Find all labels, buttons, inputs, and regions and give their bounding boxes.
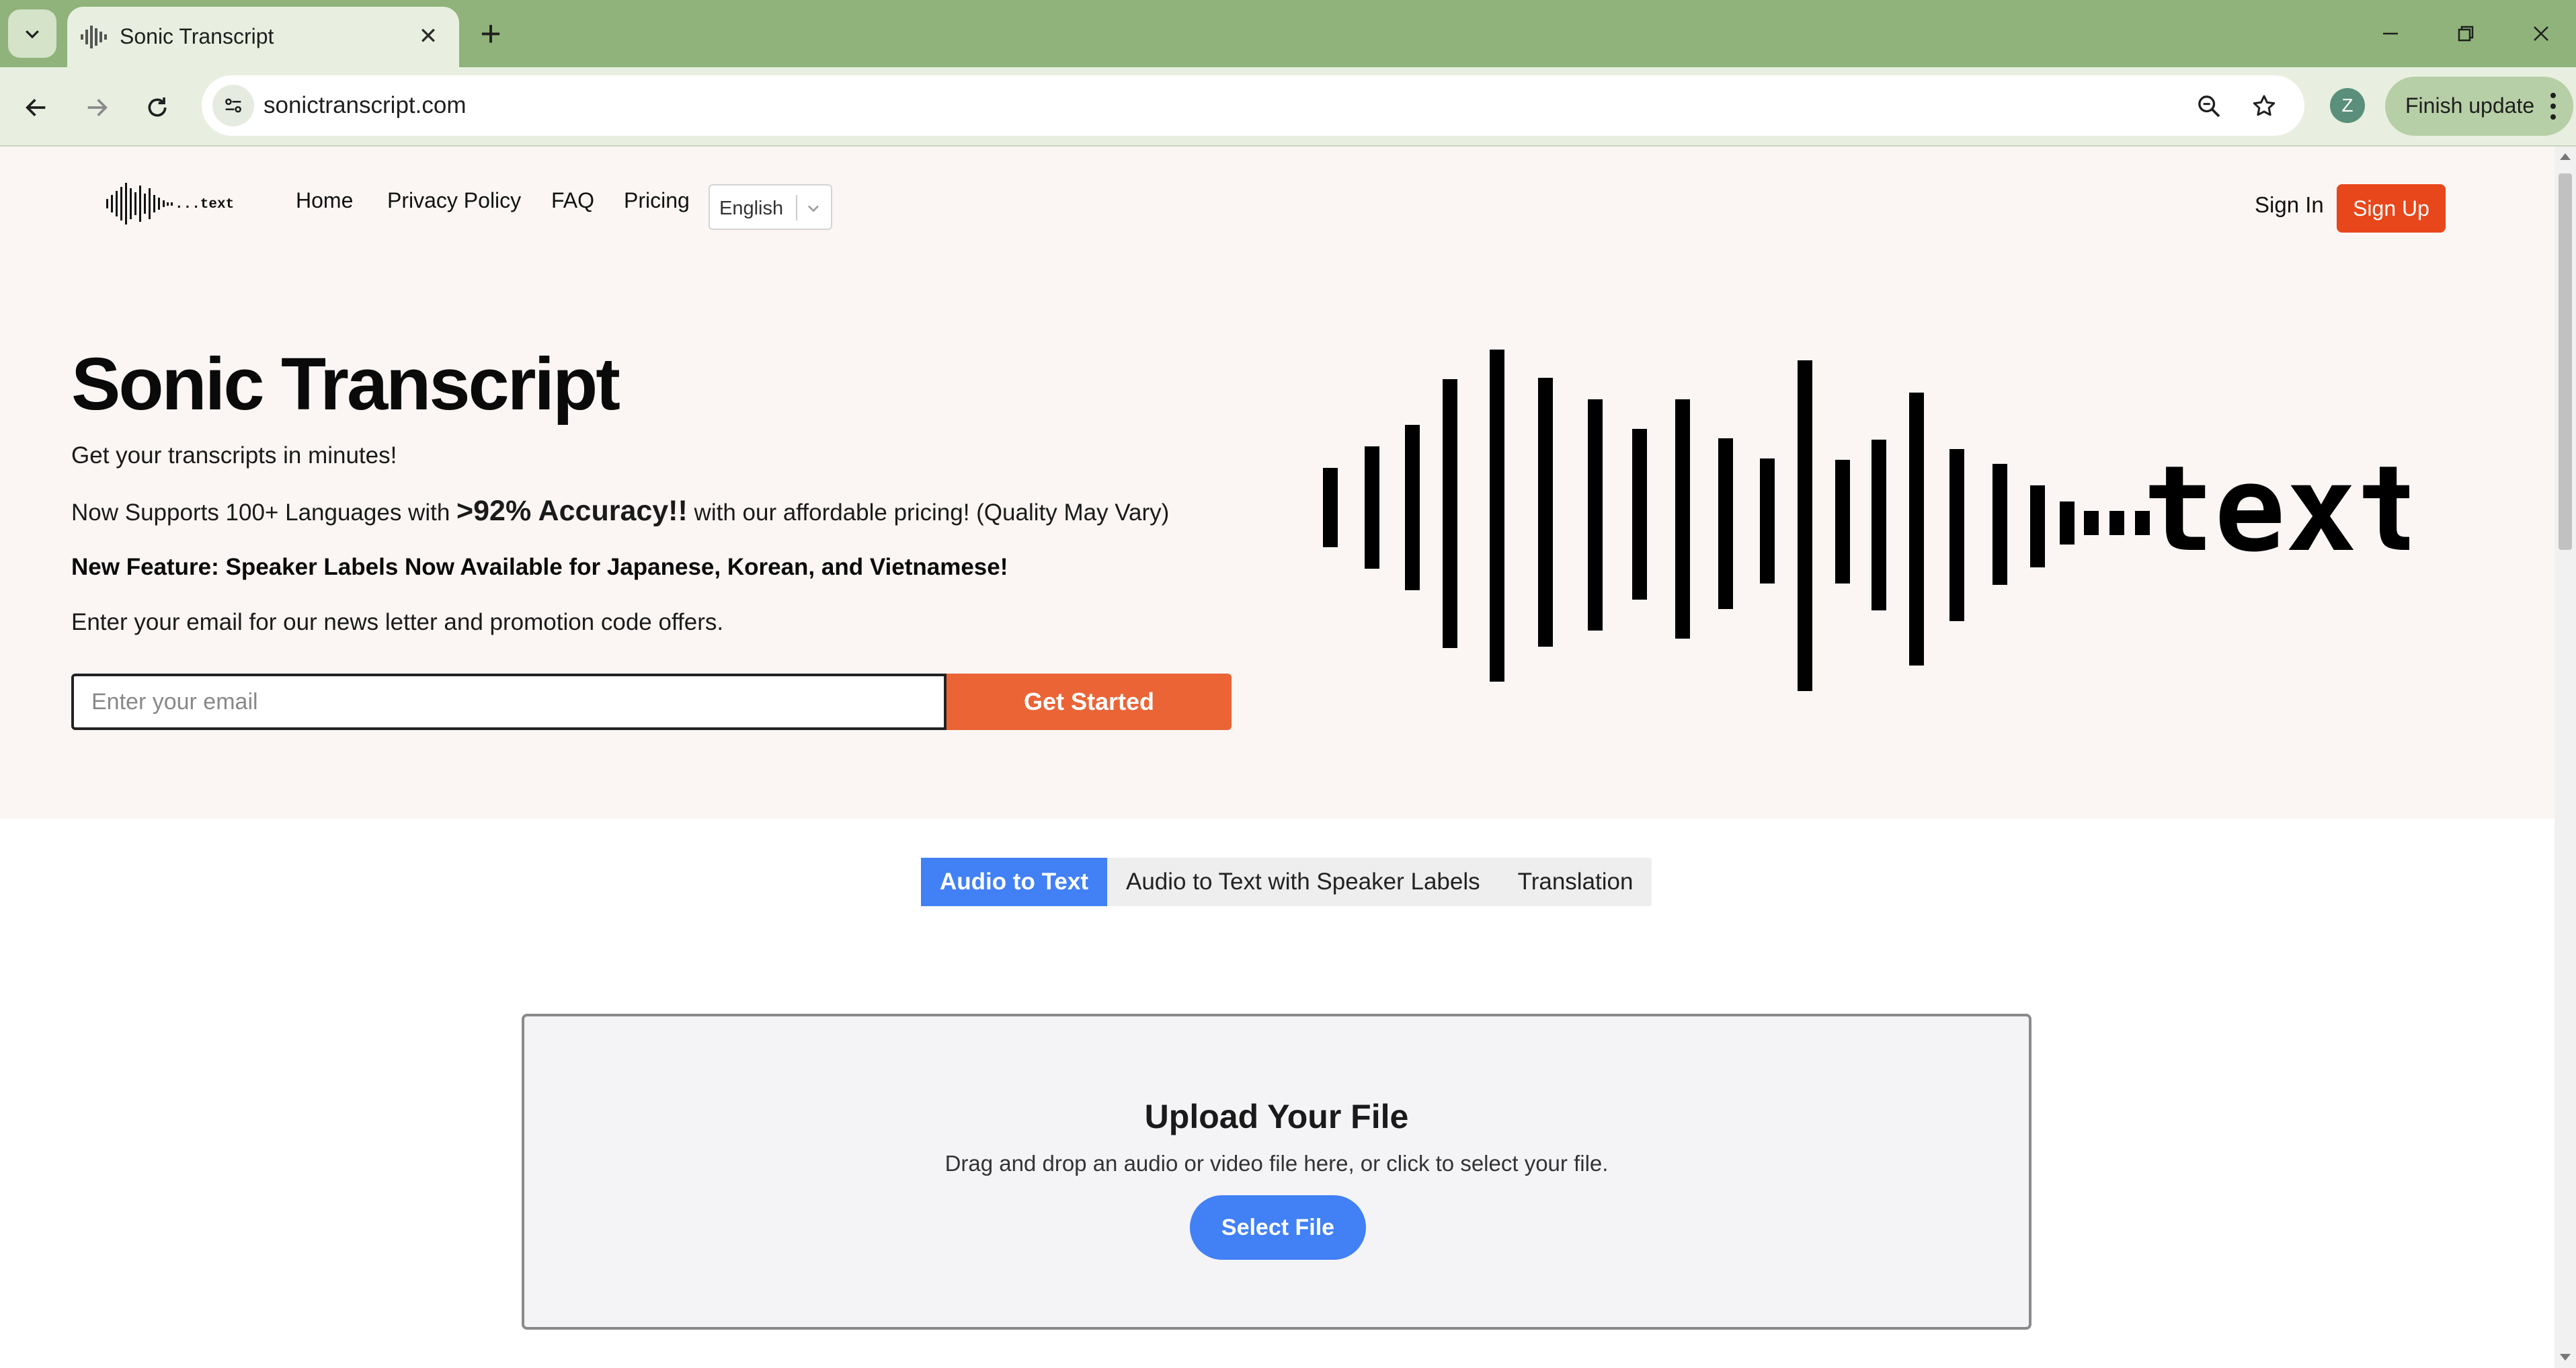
close-window-icon[interactable]: [2514, 12, 2568, 55]
email-input[interactable]: [71, 674, 947, 730]
sign-up-button[interactable]: Sign Up: [2337, 184, 2446, 233]
nav-link-pricing[interactable]: Pricing: [624, 188, 690, 213]
support-suffix: with our affordable pricing! (Quality Ma…: [687, 499, 1170, 526]
kebab-menu-icon: [2550, 93, 2556, 120]
finish-update-button[interactable]: Finish update: [2385, 77, 2573, 136]
tab-search-button[interactable]: [8, 9, 56, 58]
new-feature-text: New Feature: Speaker Labels Now Availabl…: [71, 554, 1008, 580]
hero-logo-word: text: [2143, 440, 2409, 578]
select-file-button[interactable]: Select File: [1190, 1195, 1366, 1260]
waveform-logo-graphic: text text: [1323, 350, 2409, 691]
nav-link-privacy-policy[interactable]: Privacy Policy: [387, 188, 521, 213]
language-select[interactable]: English: [709, 184, 832, 230]
hero-title: Sonic Transcript: [71, 343, 620, 426]
scroll-down-arrow-icon[interactable]: [2560, 1354, 2571, 1361]
restore-window-icon[interactable]: [2439, 12, 2493, 55]
url-text: sonictranscript.com: [264, 92, 467, 118]
browser-toolbar: sonictranscript.com Z Finish update: [0, 67, 2576, 147]
hero-section: ...text Home Privacy Policy FAQ Pricing …: [0, 147, 2554, 819]
scroll-up-arrow-icon[interactable]: [2560, 153, 2571, 160]
language-select-divider: [796, 195, 797, 220]
tab-audio-to-text-speaker-labels[interactable]: Audio to Text with Speaker Labels: [1107, 858, 1499, 906]
chevron-down-icon: [26, 30, 39, 39]
support-prefix: Now Supports 100+ Languages with: [71, 499, 457, 526]
minimize-window-icon[interactable]: [2364, 12, 2417, 55]
language-select-value: English: [719, 198, 784, 219]
browser-tab-strip: Sonic Transcript ✕ +: [0, 0, 2576, 67]
tab-translation[interactable]: Translation: [1499, 858, 1652, 906]
site-logo[interactable]: ...text: [105, 180, 237, 227]
get-started-button[interactable]: Get Started: [947, 674, 1232, 730]
tab-audio-to-text[interactable]: Audio to Text: [921, 858, 1107, 906]
new-tab-button[interactable]: +: [471, 13, 511, 54]
nav-link-faq[interactable]: FAQ: [551, 188, 594, 213]
close-tab-icon[interactable]: ✕: [413, 22, 443, 51]
accuracy-highlight: >92% Accuracy!!: [456, 495, 688, 527]
web-page: ...text Home Privacy Policy FAQ Pricing …: [0, 147, 2554, 1368]
browser-tab[interactable]: Sonic Transcript ✕: [67, 7, 459, 67]
chevron-down-icon: [808, 205, 819, 212]
back-arrow-icon[interactable]: [15, 86, 58, 129]
forward-arrow-icon[interactable]: [75, 86, 118, 129]
newsletter-text: Enter your email for our news letter and…: [71, 609, 724, 635]
upload-description: Drag and drop an audio or video file her…: [944, 1151, 1609, 1176]
mode-tabs: Audio to Text Audio to Text with Speaker…: [921, 858, 1652, 906]
scrollbar-thumb[interactable]: [2559, 173, 2572, 550]
file-dropzone[interactable]: Upload Your File Drag and drop an audio …: [522, 1014, 2031, 1330]
logo-text: ...text: [175, 197, 234, 212]
bookmark-star-icon[interactable]: [2248, 90, 2280, 122]
languages-support-text: Now Supports 100+ Languages with >92% Ac…: [71, 495, 1169, 528]
hero-tagline: Get your transcripts in minutes!: [71, 442, 397, 469]
site-info-icon[interactable]: [212, 85, 254, 126]
waveform-favicon-icon: [81, 26, 107, 48]
upload-title: Upload Your File: [1144, 1098, 1409, 1135]
address-bar[interactable]: sonictranscript.com: [202, 75, 2304, 136]
finish-update-label: Finish update: [2405, 93, 2535, 118]
nav-link-home[interactable]: Home: [296, 188, 353, 213]
zoom-icon[interactable]: [2193, 90, 2225, 122]
tab-title: Sonic Transcript: [120, 24, 274, 48]
sign-in-link[interactable]: Sign In: [2255, 192, 2324, 218]
page-scrollbar[interactable]: [2554, 147, 2576, 1368]
reload-icon[interactable]: [136, 86, 179, 129]
profile-avatar[interactable]: Z: [2330, 88, 2365, 123]
